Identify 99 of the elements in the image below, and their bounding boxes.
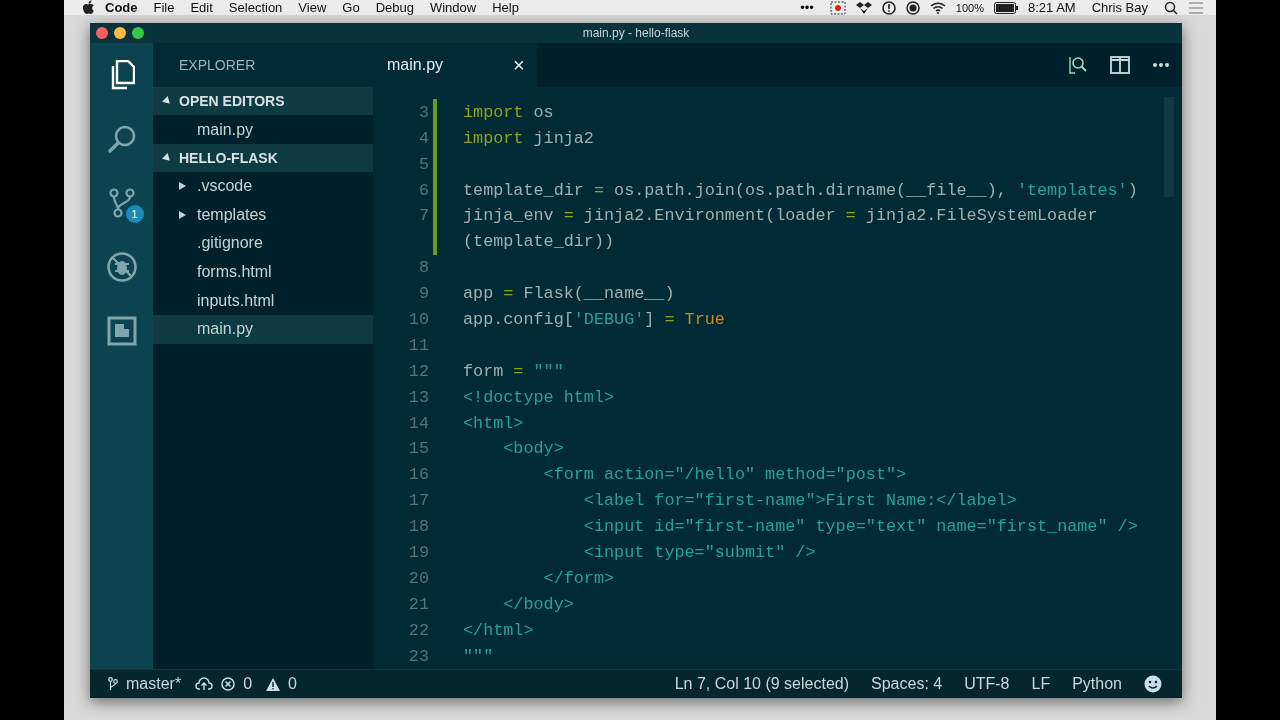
menu-item[interactable]: Debug: [375, 0, 414, 16]
status-item[interactable]: LF: [1031, 675, 1051, 693]
no-bug-icon: [105, 251, 138, 284]
file-tree-item[interactable]: inputs.html: [153, 286, 373, 315]
line-number: 14: [407, 413, 429, 433]
cloud-upload-icon[interactable]: [195, 677, 214, 691]
close-tab-button[interactable]: ×: [513, 53, 525, 77]
line-number: 5: [417, 154, 429, 174]
line-number: 17: [407, 491, 429, 511]
line-number: 16: [407, 465, 429, 485]
code-line: <form action="/hello" method="post">: [542, 465, 907, 485]
wifi-icon[interactable]: [929, 1, 946, 15]
compare-changes-icon[interactable]: [1068, 55, 1088, 76]
code-line: <input id="first-name" type="text" name="first_name" />: [582, 517, 1138, 537]
file-tree-item[interactable]: forms.html: [153, 257, 373, 287]
user-name[interactable]: Chris Bay: [1091, 0, 1148, 16]
info-icon[interactable]: [881, 0, 896, 15]
section-header[interactable]: OPEN EDITORS: [153, 87, 373, 116]
menu-item[interactable]: Selection: [228, 0, 283, 16]
code-line: app.config['DEBUG'] = True: [463, 309, 725, 329]
line-number: 9: [417, 284, 429, 304]
code-line: <html>: [463, 413, 524, 433]
line-number: 4: [417, 128, 429, 148]
line-number: 23: [407, 646, 429, 666]
app-menu[interactable]: Code: [105, 0, 138, 16]
apple-icon[interactable]: [82, 0, 95, 16]
search-icon: [106, 124, 137, 155]
line-number: 7: [417, 206, 429, 226]
code-line: import os: [463, 102, 554, 122]
record-icon[interactable]: [905, 0, 920, 15]
file-tree-item[interactable]: .vscode: [153, 172, 373, 201]
line-number: 18: [407, 517, 429, 537]
code-line: <label for="first-name">First Name:</label>: [582, 491, 1017, 511]
warning-count: 0: [288, 675, 297, 693]
line-number: 22: [407, 620, 429, 640]
branch-name[interactable]: master*: [126, 675, 182, 693]
battery-icon[interactable]: [993, 1, 1018, 14]
line-number: 19: [407, 543, 429, 562]
error-count: 0: [243, 675, 253, 693]
menu-item[interactable]: Window: [429, 0, 477, 16]
line-number: 21: [407, 594, 429, 614]
menu-item[interactable]: Go: [342, 0, 360, 16]
code-line: app = Flask(__name__): [463, 284, 675, 304]
code-line: jinja_env = jinja2.Environment(loader = jinja2.FileSystemLoader: [463, 206, 1098, 226]
window-title: main.py - hello-flask: [582, 26, 690, 41]
line-number: 20: [407, 568, 429, 588]
menu-item[interactable]: Edit: [190, 0, 213, 16]
more-menu-icon[interactable]: •••: [800, 0, 814, 16]
code-line: import jinja2: [463, 128, 594, 148]
code-line: (template_dir)): [463, 232, 615, 252]
status-item[interactable]: UTF-8: [964, 675, 1010, 693]
line-number: 10: [407, 309, 429, 329]
split-editor-icon[interactable]: [1110, 56, 1130, 75]
file-tree-item[interactable]: .gitignore: [153, 229, 373, 258]
line-number: 3: [417, 102, 429, 122]
code-line: </form>: [542, 568, 615, 588]
source-control-icon: [108, 188, 135, 219]
code-line: </body>: [502, 594, 574, 614]
line-number: 12: [407, 361, 429, 381]
menu-item[interactable]: File: [153, 0, 175, 16]
extensions-icon: [106, 316, 137, 347]
warning-icon[interactable]: [266, 677, 281, 691]
battery-percentage: 100%: [955, 1, 984, 14]
clock-time[interactable]: 8:21 AM: [1027, 0, 1076, 16]
zoom-window-button[interactable]: [132, 27, 144, 40]
activity-button[interactable]: 1: [97, 179, 146, 228]
line-number: 13: [407, 387, 429, 407]
menu-item[interactable]: View: [298, 0, 327, 16]
editor-tab[interactable]: main.py ×: [373, 43, 537, 88]
changes-count-badge: 1: [125, 205, 144, 224]
code-line: <!doctype html>: [463, 387, 615, 407]
line-number: 8: [417, 258, 429, 278]
status-item[interactable]: Ln 7, Col 10 (9 selected): [674, 675, 850, 693]
code-line: form = """: [463, 361, 564, 381]
search-icon[interactable]: [1164, 0, 1178, 15]
more-actions-icon[interactable]: [1152, 62, 1170, 69]
file-tree-item[interactable]: main.py: [153, 314, 373, 344]
sidebar-title: EXPLORER: [153, 43, 373, 88]
code-line: <body>: [502, 439, 564, 459]
status-item[interactable]: Python: [1072, 675, 1122, 693]
smiley-icon[interactable]: [1144, 675, 1162, 693]
minimize-window-button[interactable]: [114, 27, 126, 40]
file-tree-item[interactable]: main.py: [153, 115, 373, 144]
code-line: template_dir = os.path.join(os.path.dirname(__file__), 'templates'): [463, 180, 1138, 200]
line-number: 6: [417, 180, 429, 200]
section-header[interactable]: HELLO-FLASK: [153, 144, 373, 172]
screen-record-icon[interactable]: [829, 0, 846, 15]
branch-icon[interactable]: [108, 677, 118, 691]
menu-item[interactable]: Help: [492, 0, 519, 16]
error-icon[interactable]: [221, 677, 236, 691]
file-tree-item[interactable]: templates: [153, 200, 373, 230]
close-window-button[interactable]: [96, 27, 108, 40]
code-line: </html>: [463, 620, 534, 640]
code-line: """: [463, 646, 494, 666]
status-item[interactable]: Spaces: 4: [871, 675, 943, 693]
line-number: 11: [407, 335, 429, 355]
box-icon[interactable]: [855, 0, 872, 15]
code-line: <input type="submit" />: [582, 543, 816, 562]
line-number: 15: [407, 439, 429, 459]
